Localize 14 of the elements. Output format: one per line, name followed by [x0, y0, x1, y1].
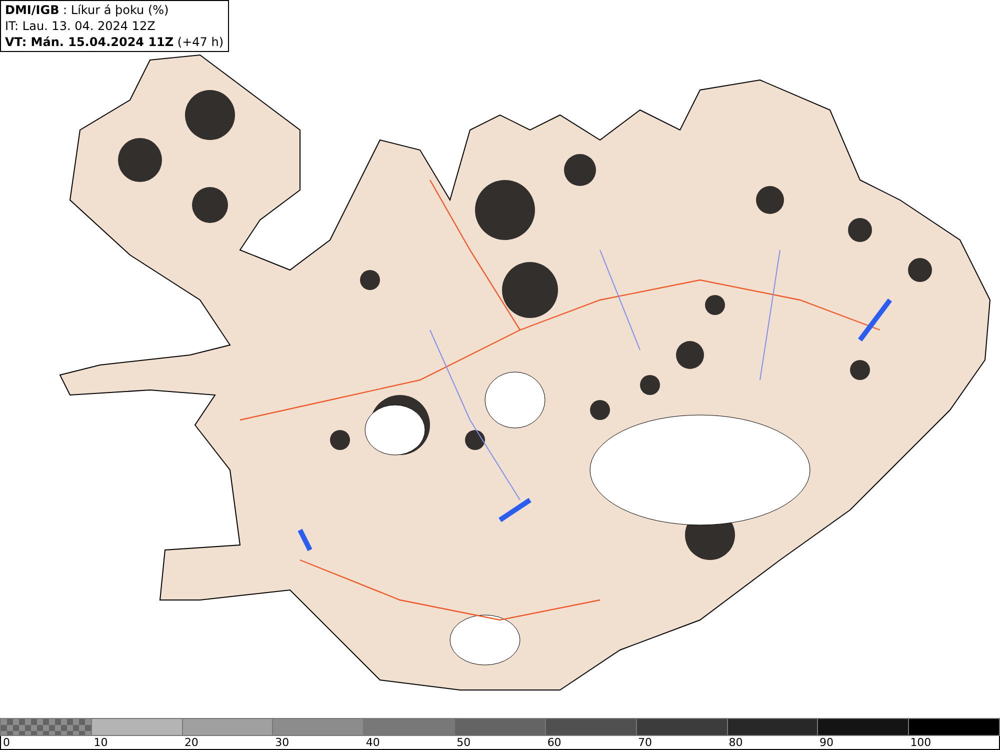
info-text: IT: Lau. 13. 04. 2024 12Z — [5, 18, 156, 34]
scale-label: 60 — [546, 736, 562, 749]
scale-label: 0 — [2, 736, 11, 749]
scale-label: 50 — [456, 736, 472, 749]
scale-label: 40 — [364, 736, 381, 749]
info-text: DMI/IGB : Líkur á þoku (%) — [5, 2, 170, 18]
scale-label: 20 — [183, 736, 200, 749]
scale-label: 10 — [92, 736, 109, 749]
scale-label: 100 — [909, 736, 932, 749]
scale-label: 90 — [818, 736, 834, 749]
scale-label: 70 — [637, 736, 654, 749]
info-text: VT: Mán. 15.04.2024 11Z (+47 h) — [5, 34, 224, 50]
scale-label: 30 — [274, 736, 290, 749]
scale-label: 80 — [728, 736, 744, 749]
